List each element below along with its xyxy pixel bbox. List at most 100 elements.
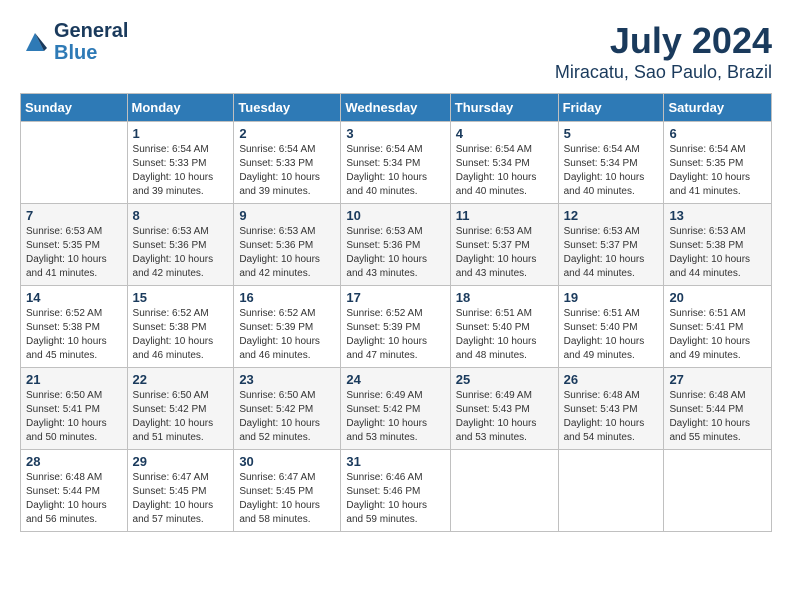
col-sunday: Sunday bbox=[21, 94, 128, 122]
table-row: 27 Sunrise: 6:48 AMSunset: 5:44 PMDaylig… bbox=[664, 368, 772, 450]
day-info: Sunrise: 6:53 AMSunset: 5:37 PMDaylight:… bbox=[564, 225, 659, 281]
calendar-week-row: 7 Sunrise: 6:53 AMSunset: 5:35 PMDayligh… bbox=[21, 204, 772, 286]
table-row: 20 Sunrise: 6:51 AMSunset: 5:41 PMDaylig… bbox=[664, 286, 772, 368]
day-number: 3 bbox=[346, 126, 444, 141]
day-number: 22 bbox=[133, 372, 229, 387]
table-row: 3 Sunrise: 6:54 AMSunset: 5:34 PMDayligh… bbox=[341, 122, 450, 204]
day-info: Sunrise: 6:54 AMSunset: 5:33 PMDaylight:… bbox=[133, 143, 229, 199]
day-number: 25 bbox=[456, 372, 553, 387]
logo-text-line2: Blue bbox=[54, 42, 128, 64]
day-info: Sunrise: 6:47 AMSunset: 5:45 PMDaylight:… bbox=[239, 471, 335, 527]
calendar-week-row: 28 Sunrise: 6:48 AMSunset: 5:44 PMDaylig… bbox=[21, 450, 772, 532]
logo-text-line1: General bbox=[54, 20, 128, 42]
day-number: 23 bbox=[239, 372, 335, 387]
day-number: 11 bbox=[456, 208, 553, 223]
calendar-table: Sunday Monday Tuesday Wednesday Thursday… bbox=[20, 93, 772, 532]
table-row: 1 Sunrise: 6:54 AMSunset: 5:33 PMDayligh… bbox=[127, 122, 234, 204]
location-subtitle: Miracatu, Sao Paulo, Brazil bbox=[555, 62, 772, 83]
table-row: 8 Sunrise: 6:53 AMSunset: 5:36 PMDayligh… bbox=[127, 204, 234, 286]
day-info: Sunrise: 6:51 AMSunset: 5:40 PMDaylight:… bbox=[564, 307, 659, 363]
logo: General Blue bbox=[20, 20, 128, 64]
table-row: 14 Sunrise: 6:52 AMSunset: 5:38 PMDaylig… bbox=[21, 286, 128, 368]
table-row: 9 Sunrise: 6:53 AMSunset: 5:36 PMDayligh… bbox=[234, 204, 341, 286]
day-number: 19 bbox=[564, 290, 659, 305]
day-number: 20 bbox=[669, 290, 766, 305]
table-row: 29 Sunrise: 6:47 AMSunset: 5:45 PMDaylig… bbox=[127, 450, 234, 532]
day-number: 30 bbox=[239, 454, 335, 469]
col-tuesday: Tuesday bbox=[234, 94, 341, 122]
title-block: July 2024 Miracatu, Sao Paulo, Brazil bbox=[555, 20, 772, 83]
logo-icon bbox=[20, 27, 50, 57]
table-row: 28 Sunrise: 6:48 AMSunset: 5:44 PMDaylig… bbox=[21, 450, 128, 532]
col-monday: Monday bbox=[127, 94, 234, 122]
day-number: 4 bbox=[456, 126, 553, 141]
day-number: 5 bbox=[564, 126, 659, 141]
table-row bbox=[558, 450, 664, 532]
day-info: Sunrise: 6:54 AMSunset: 5:34 PMDaylight:… bbox=[564, 143, 659, 199]
day-info: Sunrise: 6:53 AMSunset: 5:37 PMDaylight:… bbox=[456, 225, 553, 281]
day-number: 28 bbox=[26, 454, 122, 469]
day-number: 13 bbox=[669, 208, 766, 223]
day-number: 12 bbox=[564, 208, 659, 223]
day-number: 8 bbox=[133, 208, 229, 223]
page-header: General Blue July 2024 Miracatu, Sao Pau… bbox=[20, 20, 772, 83]
table-row: 2 Sunrise: 6:54 AMSunset: 5:33 PMDayligh… bbox=[234, 122, 341, 204]
day-number: 27 bbox=[669, 372, 766, 387]
table-row: 5 Sunrise: 6:54 AMSunset: 5:34 PMDayligh… bbox=[558, 122, 664, 204]
table-row: 19 Sunrise: 6:51 AMSunset: 5:40 PMDaylig… bbox=[558, 286, 664, 368]
day-info: Sunrise: 6:54 AMSunset: 5:34 PMDaylight:… bbox=[456, 143, 553, 199]
table-row: 18 Sunrise: 6:51 AMSunset: 5:40 PMDaylig… bbox=[450, 286, 558, 368]
day-number: 10 bbox=[346, 208, 444, 223]
day-number: 2 bbox=[239, 126, 335, 141]
day-info: Sunrise: 6:48 AMSunset: 5:44 PMDaylight:… bbox=[669, 389, 766, 445]
day-number: 15 bbox=[133, 290, 229, 305]
table-row: 4 Sunrise: 6:54 AMSunset: 5:34 PMDayligh… bbox=[450, 122, 558, 204]
day-info: Sunrise: 6:48 AMSunset: 5:44 PMDaylight:… bbox=[26, 471, 122, 527]
day-info: Sunrise: 6:47 AMSunset: 5:45 PMDaylight:… bbox=[133, 471, 229, 527]
day-number: 21 bbox=[26, 372, 122, 387]
calendar-week-row: 21 Sunrise: 6:50 AMSunset: 5:41 PMDaylig… bbox=[21, 368, 772, 450]
day-info: Sunrise: 6:53 AMSunset: 5:36 PMDaylight:… bbox=[239, 225, 335, 281]
calendar-week-row: 14 Sunrise: 6:52 AMSunset: 5:38 PMDaylig… bbox=[21, 286, 772, 368]
day-info: Sunrise: 6:54 AMSunset: 5:35 PMDaylight:… bbox=[669, 143, 766, 199]
day-info: Sunrise: 6:52 AMSunset: 5:39 PMDaylight:… bbox=[239, 307, 335, 363]
col-saturday: Saturday bbox=[664, 94, 772, 122]
day-info: Sunrise: 6:49 AMSunset: 5:43 PMDaylight:… bbox=[456, 389, 553, 445]
table-row: 26 Sunrise: 6:48 AMSunset: 5:43 PMDaylig… bbox=[558, 368, 664, 450]
day-number: 9 bbox=[239, 208, 335, 223]
table-row: 6 Sunrise: 6:54 AMSunset: 5:35 PMDayligh… bbox=[664, 122, 772, 204]
day-info: Sunrise: 6:52 AMSunset: 5:38 PMDaylight:… bbox=[26, 307, 122, 363]
table-row: 30 Sunrise: 6:47 AMSunset: 5:45 PMDaylig… bbox=[234, 450, 341, 532]
table-row: 21 Sunrise: 6:50 AMSunset: 5:41 PMDaylig… bbox=[21, 368, 128, 450]
day-info: Sunrise: 6:48 AMSunset: 5:43 PMDaylight:… bbox=[564, 389, 659, 445]
col-friday: Friday bbox=[558, 94, 664, 122]
day-info: Sunrise: 6:52 AMSunset: 5:38 PMDaylight:… bbox=[133, 307, 229, 363]
table-row: 7 Sunrise: 6:53 AMSunset: 5:35 PMDayligh… bbox=[21, 204, 128, 286]
table-row: 22 Sunrise: 6:50 AMSunset: 5:42 PMDaylig… bbox=[127, 368, 234, 450]
table-row: 12 Sunrise: 6:53 AMSunset: 5:37 PMDaylig… bbox=[558, 204, 664, 286]
day-info: Sunrise: 6:53 AMSunset: 5:38 PMDaylight:… bbox=[669, 225, 766, 281]
table-row: 16 Sunrise: 6:52 AMSunset: 5:39 PMDaylig… bbox=[234, 286, 341, 368]
table-row: 24 Sunrise: 6:49 AMSunset: 5:42 PMDaylig… bbox=[341, 368, 450, 450]
day-number: 7 bbox=[26, 208, 122, 223]
day-number: 29 bbox=[133, 454, 229, 469]
day-info: Sunrise: 6:49 AMSunset: 5:42 PMDaylight:… bbox=[346, 389, 444, 445]
table-row: 23 Sunrise: 6:50 AMSunset: 5:42 PMDaylig… bbox=[234, 368, 341, 450]
day-info: Sunrise: 6:53 AMSunset: 5:36 PMDaylight:… bbox=[346, 225, 444, 281]
day-info: Sunrise: 6:50 AMSunset: 5:42 PMDaylight:… bbox=[239, 389, 335, 445]
day-info: Sunrise: 6:54 AMSunset: 5:33 PMDaylight:… bbox=[239, 143, 335, 199]
table-row: 25 Sunrise: 6:49 AMSunset: 5:43 PMDaylig… bbox=[450, 368, 558, 450]
month-year-title: July 2024 bbox=[555, 20, 772, 62]
table-row: 31 Sunrise: 6:46 AMSunset: 5:46 PMDaylig… bbox=[341, 450, 450, 532]
day-info: Sunrise: 6:50 AMSunset: 5:41 PMDaylight:… bbox=[26, 389, 122, 445]
day-info: Sunrise: 6:53 AMSunset: 5:36 PMDaylight:… bbox=[133, 225, 229, 281]
table-row bbox=[450, 450, 558, 532]
table-row bbox=[664, 450, 772, 532]
day-info: Sunrise: 6:52 AMSunset: 5:39 PMDaylight:… bbox=[346, 307, 444, 363]
col-thursday: Thursday bbox=[450, 94, 558, 122]
day-number: 16 bbox=[239, 290, 335, 305]
table-row: 17 Sunrise: 6:52 AMSunset: 5:39 PMDaylig… bbox=[341, 286, 450, 368]
day-info: Sunrise: 6:54 AMSunset: 5:34 PMDaylight:… bbox=[346, 143, 444, 199]
table-row: 15 Sunrise: 6:52 AMSunset: 5:38 PMDaylig… bbox=[127, 286, 234, 368]
table-row: 13 Sunrise: 6:53 AMSunset: 5:38 PMDaylig… bbox=[664, 204, 772, 286]
